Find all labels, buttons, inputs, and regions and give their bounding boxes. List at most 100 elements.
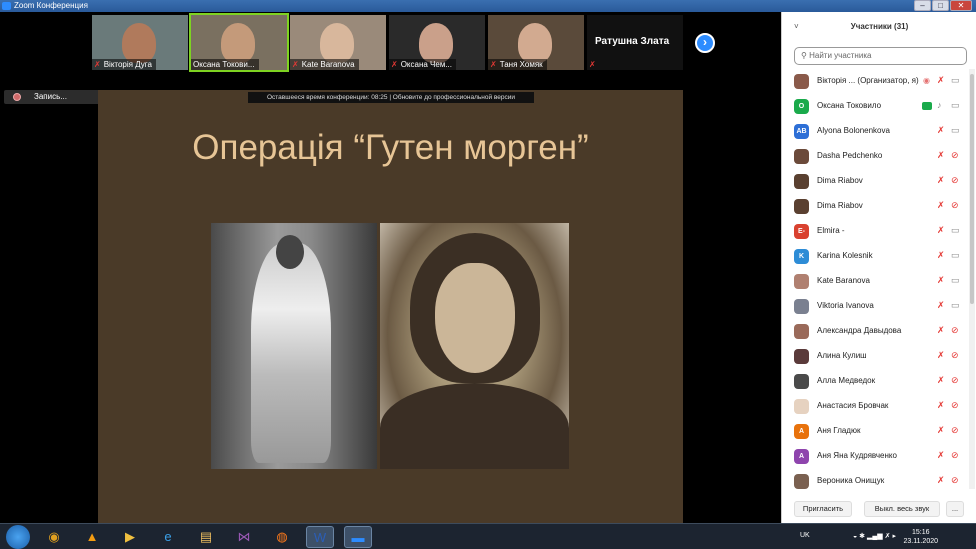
mic-muted-icon[interactable]: ✗ [937,225,945,236]
video-off-icon[interactable]: ⊘ [951,450,959,461]
participant-row[interactable]: E- Elmira - ✗ ▭ [782,219,968,244]
participant-row[interactable]: А Аня Яна Кудрявченко ✗ ⊘ [782,444,968,469]
mic-muted-icon[interactable]: ✗ [937,250,945,261]
start-button[interactable] [6,525,30,549]
participant-row[interactable]: Dasha Pedchenko ✗ ⊘ [782,144,968,169]
word-icon[interactable]: W [306,526,334,548]
mic-muted-icon[interactable]: ✗ [937,300,945,311]
minimize-button[interactable]: – [914,0,931,11]
system-tray[interactable]: ◒ ✱ ▂▄▆ ✗ ▸ [853,532,896,540]
participant-row[interactable]: Вероника Онищук ✗ ⊘ [782,469,968,494]
participant-row[interactable]: K Karina Kolesnik ✗ ▭ [782,244,968,269]
video-off-icon[interactable]: ⊘ [951,325,959,336]
video-off-icon[interactable]: ⊘ [951,150,959,161]
mic-muted-icon[interactable]: ✗ [937,400,945,411]
participant-search-input[interactable]: ⚲ Найти участника [794,47,967,65]
language-indicator[interactable]: UK [800,532,810,539]
video-area: ✗ Вікторія Дуга Оксана Токови... ✗ Kate Ba… [0,12,781,531]
avatar: А [794,424,809,439]
mic-muted-icon[interactable]: ✗ [937,450,945,461]
participant-row[interactable]: А Аня Гладюк ✗ ⊘ [782,419,968,444]
participant-row[interactable]: Анастасия Бровчак ✗ ⊘ [782,394,968,419]
video-off-icon[interactable]: ⊘ [951,475,959,486]
video-icon[interactable]: ▭ [951,225,960,236]
mic-icon[interactable]: ♪ [937,100,942,111]
participant-row[interactable]: Kate Baranova ✗ ▭ [782,269,968,294]
video-icon[interactable]: ▭ [951,100,960,111]
mic-muted-icon[interactable]: ✗ [937,150,945,161]
video-off-icon[interactable]: ⊘ [951,175,959,186]
folder-icon[interactable]: ▤ [192,526,220,548]
participant-row[interactable]: Dima Riabov ✗ ⊘ [782,194,968,219]
video-icon[interactable]: ▭ [951,75,960,86]
avatar [794,199,809,214]
participant-row[interactable]: AB Alyona Bolonenkova ✗ ▭ [782,119,968,144]
mic-muted-icon[interactable]: ✗ [937,75,945,86]
recording-indicator[interactable]: Запись... [4,90,102,104]
video-icon[interactable]: ▭ [951,300,960,311]
zoom-icon [2,2,11,10]
invite-button[interactable]: Пригласить [794,501,852,517]
video-thumbnail-no-video[interactable]: Ратушна Злата ✗ [587,15,683,70]
zoom-icon[interactable]: ▬ [344,526,372,548]
participant-video [221,23,255,63]
video-off-icon[interactable]: ⊘ [951,425,959,436]
next-page-button[interactable]: › [695,33,715,53]
mic-muted-icon[interactable]: ✗ [937,350,945,361]
bluetooth-icon: ✱ [859,533,866,540]
window-titlebar: Zoom Конференция – □ ✕ [0,0,976,12]
participant-row[interactable]: Вікторія ... (Организатор, я) ◉ ✗ ▭ [782,69,968,94]
mute-all-button[interactable]: Выкл. весь звук [864,501,940,517]
participant-name: Александра Давыдова [817,326,902,335]
participant-name: Alyona Bolonenkova [817,126,890,135]
video-off-icon[interactable]: ⊘ [951,350,959,361]
mic-muted-icon[interactable]: ✗ [937,125,945,136]
video-off-icon[interactable]: ⊘ [951,200,959,211]
mic-muted-icon[interactable]: ✗ [937,175,945,186]
more-options-button[interactable]: ... [946,501,964,517]
participant-row[interactable]: Viktoria Ivanova ✗ ▭ [782,294,968,319]
firefox-icon[interactable]: ◍ [268,526,296,548]
mic-muted-icon[interactable]: ✗ [937,275,945,286]
search-icon: ⚲ [801,51,807,60]
ie-icon[interactable]: e [154,526,182,548]
mail-icon[interactable]: ⋈ [230,526,258,548]
avast-icon[interactable]: ▲ [78,526,106,548]
mic-muted-icon[interactable]: ✗ [937,200,945,211]
video-thumbnail[interactable]: ✗ Оксана Чем... [389,15,485,70]
mic-muted-icon[interactable]: ✗ [937,375,945,386]
video-icon[interactable]: ▭ [951,125,960,136]
video-off-icon[interactable]: ⊘ [951,400,959,411]
mic-muted-icon[interactable]: ✗ [937,325,945,336]
clock-date: 23.11.2020 [903,538,938,545]
mic-muted-icon: ✗ [292,60,299,69]
avatar [794,74,809,89]
participant-row[interactable]: Александра Давыдова ✗ ⊘ [782,319,968,344]
video-thumbnail[interactable]: ✗ Таня Хомяк [488,15,584,70]
participant-list: Вікторія ... (Организатор, я) ◉ ✗ ▭ О Оксана … [782,69,968,494]
close-button[interactable]: ✕ [950,0,972,11]
scrollbar-thumb[interactable] [970,74,974,304]
time-remaining-banner[interactable]: Оставшееся время конференции: 08:25 | Об… [248,92,534,103]
participant-row[interactable]: Алла Медведок ✗ ⊘ [782,369,968,394]
mic-muted-icon[interactable]: ✗ [937,425,945,436]
video-thumbnail[interactable]: ✗ Kate Baranova [290,15,386,70]
chrome-icon[interactable]: ◉ [40,526,68,548]
video-thumbnail-active-speaker[interactable]: Оксана Токови... [189,13,289,72]
participant-row[interactable]: Dima Riabov ✗ ⊘ [782,169,968,194]
video-thumbnail[interactable]: ✗ Вікторія Дуга [92,15,188,70]
participant-row[interactable]: Алина Кулиш ✗ ⊘ [782,344,968,369]
clock[interactable]: 15:16 23.11.2020 [903,528,938,546]
participant-row[interactable]: О Оксана Токовило ♪ ▭ [782,94,968,119]
video-icon[interactable]: ▭ [951,250,960,261]
participant-name: Алина Кулиш [817,351,867,360]
media-player-icon[interactable]: ▶ [116,526,144,548]
maximize-button[interactable]: □ [932,0,949,11]
avatar: О [794,99,809,114]
participant-list-scrollbar[interactable] [969,69,975,489]
mic-muted-icon: ✗ [589,60,596,69]
video-icon[interactable]: ▭ [951,275,960,286]
video-off-icon[interactable]: ⊘ [951,375,959,386]
avatar [794,349,809,364]
mic-muted-icon[interactable]: ✗ [937,475,945,486]
